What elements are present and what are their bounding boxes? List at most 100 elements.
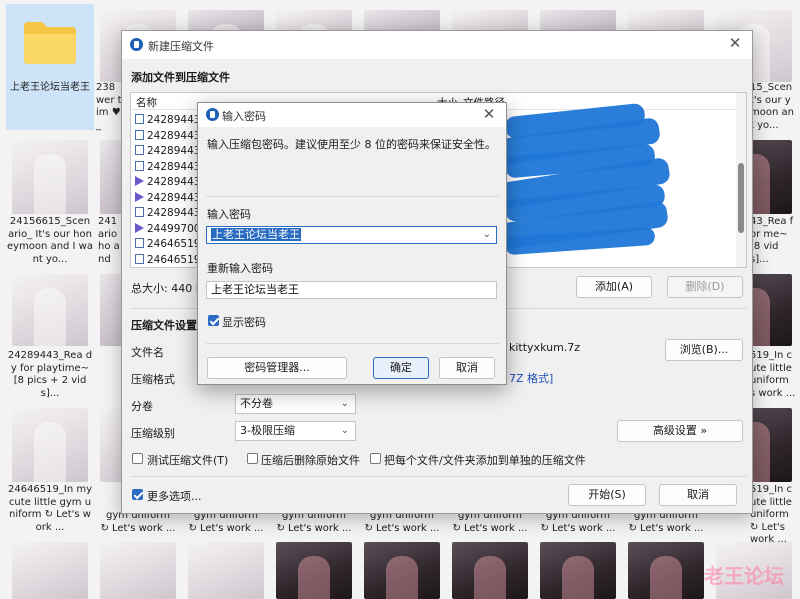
divider: [206, 196, 499, 197]
tile-caption: 24156615_Scen ario_ It's our honeymoon a…: [7, 216, 93, 265]
app-icon: [130, 38, 143, 51]
divider: [206, 343, 499, 344]
list-scrollbar[interactable]: [736, 93, 746, 267]
image-file-icon: [135, 129, 144, 140]
folder-name: 上老王论坛当老王: [10, 82, 90, 93]
thumbnail[interactable]: [364, 542, 440, 599]
folder-icon: [24, 22, 76, 64]
delete-after-label[interactable]: 压缩后删除原始文件: [261, 452, 360, 468]
reenter-password-input[interactable]: 上老王论坛当老王: [206, 281, 497, 299]
close-icon[interactable]: ✕: [480, 105, 498, 123]
browse-button[interactable]: 浏览(B)...: [665, 339, 743, 361]
reenter-value: 上老王论坛当老王: [211, 283, 299, 296]
filename-value: kittyxkum.7z: [509, 341, 581, 354]
tile-caption: 24289443_Rea dy for playtime~ [8 pics + …: [7, 350, 93, 399]
scrollbar-thumb[interactable]: [738, 163, 744, 233]
file-row[interactable]: 24289443_: [135, 207, 206, 223]
format-hint[interactable]: 7Z 格式]: [509, 370, 553, 386]
cancel-button[interactable]: 取消: [439, 357, 495, 379]
filename-label: 文件名: [131, 346, 164, 359]
file-row[interactable]: 24289443_: [135, 191, 206, 208]
section-archive-settings: 压缩文件设置: [131, 319, 197, 332]
app-icon: [206, 108, 219, 121]
image-tile[interactable]: 24289443_Rea dy for playtime~ [8 pics + …: [6, 268, 94, 402]
video-file-icon: [135, 191, 144, 202]
volume-select[interactable]: 不分卷 ⌄: [235, 394, 356, 414]
file-row[interactable]: 24289443_: [135, 114, 206, 130]
password-value: 上老王论坛当老王: [211, 228, 301, 241]
total-size: 总大小: 440 M: [131, 282, 206, 295]
image-file-icon: [135, 238, 144, 248]
file-row[interactable]: 24289443_: [135, 145, 206, 161]
image-file-icon: [135, 160, 144, 171]
image-file-icon: [135, 114, 144, 124]
delete-button[interactable]: 删除(D): [667, 276, 743, 298]
file-row[interactable]: 24289443_: [135, 129, 206, 146]
advanced-settings-button[interactable]: 高级设置 »: [617, 420, 743, 442]
watermark: 老王论坛: [704, 564, 784, 588]
cancel-button[interactable]: 取消: [659, 484, 737, 506]
separate-archives-label[interactable]: 把每个文件/文件夹添加到单独的压缩文件: [384, 452, 586, 468]
tile-caption: 15_Scen t's our ymoon ant yo...: [750, 82, 794, 131]
folder-tile[interactable]: 上老王论坛当老王: [6, 4, 94, 130]
thumbnail[interactable]: [540, 542, 616, 599]
password-manager-button[interactable]: 密码管理器...: [207, 357, 347, 379]
reenter-label: 重新输入密码: [207, 262, 273, 275]
thumbnail[interactable]: [188, 542, 264, 599]
file-row[interactable]: 24646519_: [135, 238, 206, 254]
tile-caption: 238 wer tim ♥_: [96, 82, 122, 131]
file-row[interactable]: 24289443_: [135, 160, 206, 177]
more-options-checkbox[interactable]: [132, 489, 143, 500]
ok-button[interactable]: 确定: [373, 357, 429, 379]
title-bar[interactable]: 新建压缩文件 ✕: [122, 31, 752, 59]
password-dialog[interactable]: 输入密码 ✕ 输入压缩包密码。建议使用至少 8 位的密码来保证安全性。 输入密码…: [197, 102, 507, 385]
password-label: 输入密码: [207, 208, 251, 221]
close-icon[interactable]: ✕: [726, 34, 744, 52]
image-tile[interactable]: 24156615_Scen ario_ It's our honeymoon a…: [6, 134, 94, 268]
volume-label: 分卷: [131, 400, 153, 413]
more-options-label[interactable]: 更多选项...: [147, 488, 202, 504]
delete-after-checkbox[interactable]: [247, 453, 258, 464]
show-password-label[interactable]: 显示密码: [222, 314, 266, 330]
chevron-down-icon: ⌄: [340, 425, 349, 436]
test-archive-checkbox[interactable]: [132, 453, 143, 464]
password-input[interactable]: 上老王论坛当老王 ⌄: [206, 226, 497, 244]
tile-caption: 43_Rea for me~ [8 vids]...: [750, 216, 794, 265]
thumbnail[interactable]: [628, 542, 704, 599]
thumbnail: [12, 274, 88, 346]
file-row[interactable]: 24289443_: [135, 176, 206, 192]
file-row[interactable]: 24499700_: [135, 222, 206, 239]
format-label: 压缩格式: [131, 373, 175, 386]
level-label: 压缩级别: [131, 427, 175, 440]
tile-caption: 241 ario ho and: [98, 216, 120, 265]
video-file-icon: [135, 222, 144, 233]
separate-archives-checkbox[interactable]: [370, 453, 381, 464]
level-value: 3-极限压缩: [240, 424, 295, 437]
chevron-down-icon[interactable]: ⌄: [483, 227, 491, 243]
dialog-title: 输入密码: [222, 110, 266, 123]
thumbnail: [12, 140, 88, 214]
title-bar[interactable]: 输入密码 ✕: [198, 103, 506, 127]
video-file-icon: [135, 176, 144, 186]
image-tile[interactable]: 24646519_In my cute little gym uniform ↻…: [6, 402, 94, 536]
tile-caption: 519_In cute little uniform s work ...: [750, 350, 796, 399]
test-archive-label[interactable]: 测试压缩文件(T): [147, 452, 228, 468]
file-row[interactable]: 24646519_: [135, 253, 206, 270]
thumbnail[interactable]: [452, 542, 528, 599]
password-description: 输入压缩包密码。建议使用至少 8 位的密码来保证安全性。: [207, 138, 496, 151]
image-file-icon: [135, 207, 144, 217]
level-select[interactable]: 3-极限压缩 ⌄: [235, 421, 356, 441]
thumbnail[interactable]: [12, 542, 88, 599]
add-button[interactable]: 添加(A): [576, 276, 652, 298]
divider: [130, 476, 747, 477]
image-file-icon: [135, 145, 144, 155]
thumbnail[interactable]: [276, 542, 352, 599]
show-password-checkbox[interactable]: [208, 315, 219, 326]
start-button[interactable]: 开始(S): [568, 484, 646, 506]
tile-caption: 24646519_In my cute little gym uniform ↻…: [7, 484, 93, 533]
column-name[interactable]: 名称: [136, 95, 157, 110]
thumbnail[interactable]: [100, 542, 176, 599]
volume-value: 不分卷: [240, 397, 273, 410]
section-add-files: 添加文件到压缩文件: [131, 71, 230, 84]
dialog-title: 新建压缩文件: [148, 40, 214, 53]
